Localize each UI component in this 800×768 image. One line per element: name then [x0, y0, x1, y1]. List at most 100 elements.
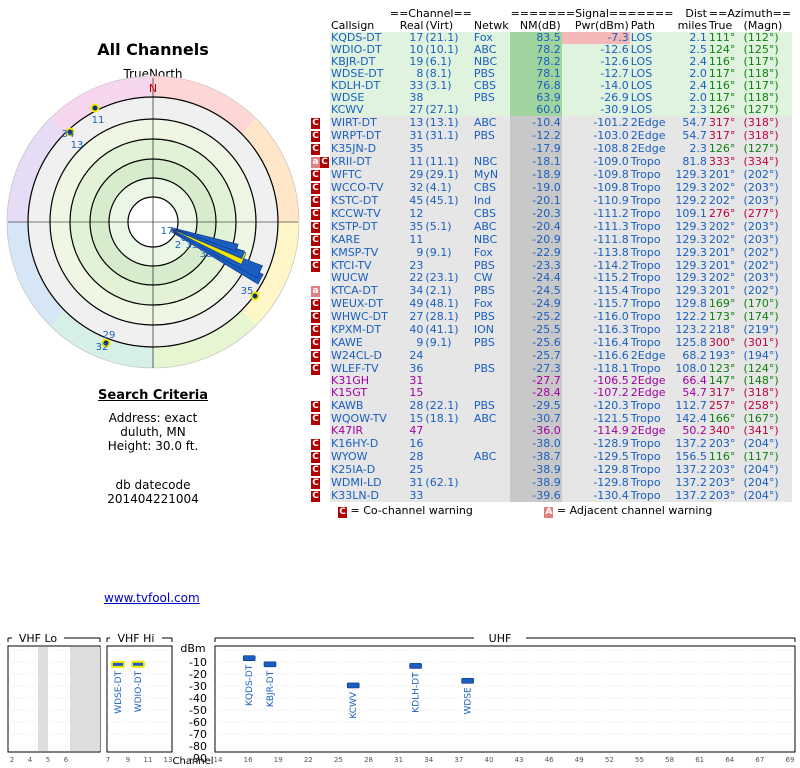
distance: 129.2 — [674, 193, 708, 207]
cochannel-warning-icon: C — [311, 312, 320, 323]
azimuth-magn: (202°) — [742, 284, 793, 297]
table-row[interactable]: K15GT 15 -28.4 -107.2 2Edge 54.7 317° (318°) — [310, 387, 793, 399]
table-row[interactable]: K47IR 47 -36.0 -114.9 2Edge 50.2 340° (341°) — [310, 425, 793, 437]
table-row[interactable]: C W24CL-D 24 -25.7 -116.6 2Edge 68.2 193° (194°) — [310, 349, 793, 362]
table-row[interactable]: a C KRII-DT 11 (11.1) NBC -18.1 -109.0 Tropo 81.8… — [310, 155, 793, 168]
channel-virt — [424, 437, 473, 450]
plot-label: 35 — [241, 286, 254, 297]
plot-label: 2 — [175, 240, 181, 251]
table-row[interactable]: C KAWB 28 (22.1) PBS -29.5 -120.3 Tropo 112.7 257… — [310, 399, 793, 412]
table-row[interactable]: C WCCO-TV 32 (4.1) CBS -19.0 -109.8 Tropo 129.3 2… — [310, 181, 793, 194]
azimuth-true: 257° — [707, 399, 743, 412]
table-row[interactable]: C WIRT-DT 13 (13.1) ABC -10.4 -101.2 2Edge 54.7 3… — [310, 116, 793, 129]
azimuth-magn: (203°) — [742, 233, 793, 246]
cochannel-warning-icon: C — [311, 364, 320, 375]
cochannel-warning-icon: C — [311, 209, 320, 220]
cochannel-warning-icon: C — [311, 491, 320, 502]
azimuth-magn: (194°) — [742, 349, 793, 362]
table-row[interactable]: C K35JN-D 35 -17.9 -108.8 2Edge 2.3 126° (127°) — [310, 142, 793, 155]
table-row[interactable]: C KCCW-TV 12 CBS -20.3 -111.2 Tropo 109.1 276° (2… — [310, 207, 793, 220]
network: NBC — [472, 233, 510, 246]
table-row[interactable]: C WHWC-DT 27 (28.1) PBS -25.2 -116.0 Tropo 122.2… — [310, 310, 793, 323]
table-row[interactable]: C KPXM-DT 40 (41.1) ION -25.5 -116.3 Tropo 123.2… — [310, 323, 793, 336]
table-row[interactable]: C K33LN-D 33 -39.6 -130.4 Tropo 137.2 203° (204°… — [310, 489, 793, 502]
path: Tropo — [629, 297, 675, 310]
callsign: WUCW — [330, 272, 389, 284]
warning-cell — [310, 387, 330, 399]
uhf-tick: 55 — [635, 756, 644, 764]
power-dbm: -116.6 — [561, 349, 630, 362]
noise-margin: -25.5 — [509, 323, 562, 336]
azimuth-magn: (258°) — [742, 399, 793, 412]
channel-virt — [424, 450, 473, 463]
plot-label: 32 — [96, 342, 109, 353]
warning-cell — [310, 56, 330, 68]
channel-real: 28 — [388, 450, 425, 463]
table-row[interactable]: C KSTP-DT 35 (5.1) ABC -20.4 -111.3 Tropo 129.3 2… — [310, 220, 793, 233]
noise-margin: -36.0 — [509, 425, 562, 437]
channel-real: 31 — [388, 476, 425, 489]
noise-margin: -22.9 — [509, 246, 562, 259]
table-row[interactable]: C KARE 11 NBC -20.9 -111.8 Tropo 129.3 202° (203°… — [310, 233, 793, 246]
power-dbm: -115.2 — [561, 272, 630, 284]
tvfool-link[interactable]: www.tvfool.com — [104, 591, 200, 605]
uhf-tick: 19 — [274, 756, 283, 764]
azimuth-magn: (341°) — [742, 425, 793, 437]
cochannel-warning-icon: C — [311, 248, 320, 259]
table-row[interactable]: C KMSP-TV 9 (9.1) Fox -22.9 -113.8 Tropo 129.3 20… — [310, 246, 793, 259]
azimuth-true: 126° — [707, 104, 743, 116]
table-row[interactable]: C KSTC-DT 45 (45.1) Ind -20.1 -110.9 Tropo 129.2… — [310, 193, 793, 207]
power-dbm: -129.8 — [561, 463, 630, 476]
path: Tropo — [629, 155, 675, 168]
path: Tropo — [629, 323, 675, 336]
noise-margin: -25.7 — [509, 349, 562, 362]
table-row[interactable]: WUCW 22 (23.1) CW -24.4 -115.2 Tropo 129.3 202°(… — [310, 272, 793, 284]
azimuth-magn: (203°) — [742, 181, 793, 194]
cochannel-warning-icon: C — [311, 414, 320, 425]
noise-margin: -18.9 — [509, 168, 562, 181]
distance: 54.7 — [674, 387, 708, 399]
plot-label: 33 — [186, 240, 199, 251]
callsign: KARE — [330, 233, 389, 246]
path: Tropo — [629, 399, 675, 412]
power-dbm: -130.4 — [561, 489, 630, 502]
path: Tropo — [629, 233, 675, 246]
path: Tropo — [629, 463, 675, 476]
network: ABC — [472, 220, 510, 233]
callsign: KCWV — [330, 104, 389, 116]
vhf-lo-tick: 4 — [28, 756, 33, 764]
rainbow-segment — [277, 222, 299, 235]
cochannel-warning-icon: C — [311, 118, 320, 129]
noise-margin: -19.0 — [509, 181, 562, 194]
channel-virt: (29.1) — [424, 168, 473, 181]
network: ABC — [472, 412, 510, 425]
noise-margin: -38.9 — [509, 476, 562, 489]
plot-label: 34 — [62, 129, 75, 140]
azimuth-magn: (204°) — [742, 463, 793, 476]
distance: 137.2 — [674, 462, 708, 476]
table-row[interactable]: C K25IA-D 25 -38.9 -129.8 Tropo 137.2 203° (204°… — [310, 462, 793, 476]
noise-margin: -39.6 — [509, 489, 562, 502]
azimuth-true: 276° — [707, 207, 743, 220]
noise-margin: -38.0 — [509, 437, 562, 450]
table-row[interactable]: C WDMI-LD 31 (62.1) -38.9 -129.8 Tropo 137.2 203… — [310, 476, 793, 489]
table-row[interactable]: a KTCA-DT 34 (2.1) PBS -24.5 -115.4 Tropo 129.3 2… — [310, 284, 793, 297]
table-row[interactable]: KCWV 27 (27.1) 60.0 -30.9 LOS 2.3 126° (127°) — [310, 104, 793, 116]
rainbow-segment — [153, 346, 166, 368]
channel-virt: (28.1) — [424, 310, 473, 323]
uhf-tick: 34 — [424, 756, 433, 764]
table-row[interactable]: C WEUX-DT 49 (48.1) Fox -24.9 -115.7 Tropo 129.8… — [310, 297, 793, 310]
table-row[interactable]: C KAWE 9 (9.1) PBS -25.6 -116.4 Tropo 125.8 300°(… — [310, 336, 793, 349]
channel-real: 11 — [388, 233, 425, 246]
table-row[interactable]: C WRPT-DT 31 (31.1) PBS -12.2 -103.0 2Edge 54.7 3… — [310, 129, 793, 142]
plot-label: 17 — [161, 226, 174, 237]
table-row[interactable]: C WFTC 29 (29.1) MyN -18.9 -109.8 Tropo 129.3 201… — [310, 168, 793, 181]
callsign: K15GT — [330, 387, 389, 399]
warning-cell: C — [310, 181, 330, 194]
table-row[interactable]: C WYOW 28 ABC -38.7 -129.5 Tropo 156.5 116° (117°… — [310, 450, 793, 463]
channel-real: 45 — [388, 194, 425, 207]
channel-real: 35 — [388, 142, 425, 155]
azimuth-true: 202° — [707, 220, 743, 233]
table-row[interactable]: C K16HY-D 16 -38.0 -128.9 Tropo 137.2 203° (204°… — [310, 437, 793, 450]
warning-cell: C — [310, 142, 330, 155]
